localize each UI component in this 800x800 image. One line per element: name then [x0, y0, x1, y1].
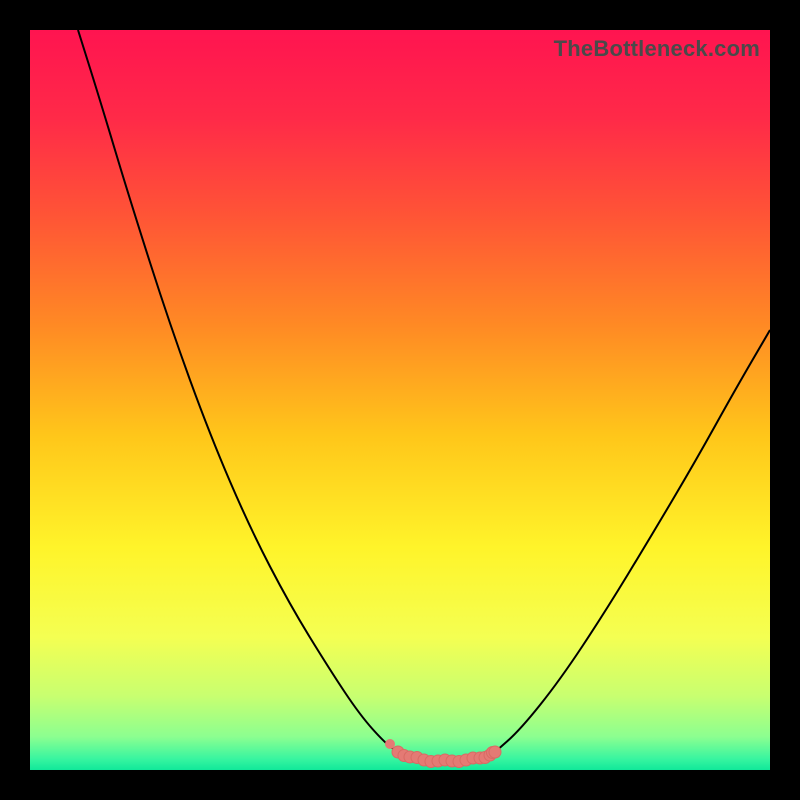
curve-right	[495, 330, 770, 752]
curve-left	[78, 30, 398, 752]
lead-marker-dot	[385, 739, 395, 749]
plot-frame: TheBottleneck.com	[30, 30, 770, 770]
valley-markers	[392, 746, 501, 768]
valley-marker-dot	[489, 746, 501, 758]
watermark-label: TheBottleneck.com	[554, 36, 760, 62]
chart-canvas	[30, 30, 770, 770]
